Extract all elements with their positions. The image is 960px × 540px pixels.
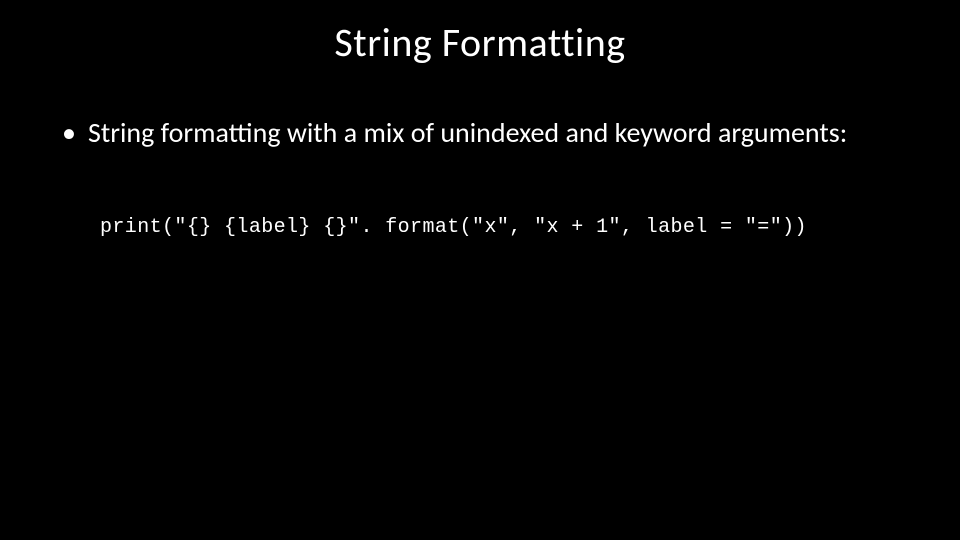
slide-title: String Formatting [0,0,960,67]
bullet-text: String formatting with a mix of unindexe… [88,115,900,150]
slide-body: • String formatting with a mix of uninde… [0,67,960,239]
bullet-item: • String formatting with a mix of uninde… [60,115,900,150]
bullet-marker: • [60,115,88,150]
code-line: print("{} {label} {}". format("x", "x + … [60,150,900,239]
slide: String Formatting • String formatting wi… [0,0,960,540]
